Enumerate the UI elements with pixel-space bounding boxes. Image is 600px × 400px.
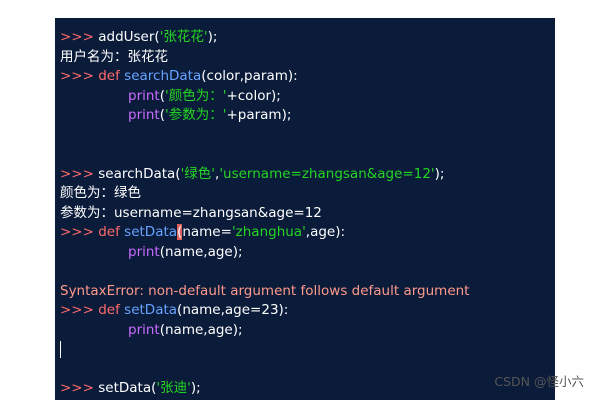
code-call: setData( xyxy=(98,380,157,396)
code-line: print('参数为：'+param); xyxy=(60,106,555,126)
code-params: (color,param): xyxy=(201,68,298,84)
code-line: >>> def searchData(color,param): xyxy=(60,67,555,87)
code-params: (name,age=23): xyxy=(177,302,289,318)
code-rest: ,age): xyxy=(305,224,346,240)
code-punct: ); xyxy=(190,380,201,396)
code-line: >>> searchData('绿色','username=zhangsan&a… xyxy=(60,165,555,185)
shell-prompt: >>> xyxy=(60,380,94,396)
function-name: setData xyxy=(124,302,178,318)
keyword-def: def xyxy=(98,302,120,318)
output-line: 参数为：username=zhangsan&age=12 xyxy=(60,204,322,221)
code-punct: ); xyxy=(207,29,218,45)
python-shell-console[interactable]: >>> addUser('张花花'); 用户名为：张花花 >>> def sea… xyxy=(55,18,555,400)
string-literal: '绿色' xyxy=(180,165,216,182)
code-line: >>> def setData(name,age=23): xyxy=(60,301,555,321)
watermark: CSDN @怪小六 xyxy=(494,374,584,389)
text-cursor xyxy=(60,340,61,358)
code-line: >>> def setData(name='zhanghua',age): xyxy=(60,223,555,243)
string-literal: '张花花' xyxy=(159,29,208,45)
builtin-print: print xyxy=(128,87,160,104)
code-param: name= xyxy=(182,224,232,240)
input-line[interactable] xyxy=(60,340,555,360)
function-name: setData xyxy=(124,224,178,240)
shell-prompt: >>> xyxy=(60,68,94,84)
code-line: >>> addUser('张花花'); xyxy=(60,28,555,48)
string-literal: 'username=zhangsan&age=12' xyxy=(219,165,435,182)
shell-prompt: >>> xyxy=(60,29,94,45)
code-rest: +color); xyxy=(226,87,281,104)
keyword-def: def xyxy=(98,68,120,84)
code-line: >>> setData('张迪'); xyxy=(60,379,555,399)
code-line: print('颜色为：'+color); xyxy=(60,87,555,107)
shell-prompt: >>> xyxy=(60,224,94,240)
code-call: searchData( xyxy=(98,165,181,182)
code-line: print(name,age); xyxy=(60,243,555,263)
builtin-print: print xyxy=(128,243,160,260)
output-line: 用户名为：张花花 xyxy=(60,48,168,65)
string-literal: '颜色为：' xyxy=(165,87,227,104)
string-literal: 'zhanghua' xyxy=(231,224,306,240)
function-name: searchData xyxy=(124,68,202,84)
code-punct: ); xyxy=(434,165,445,182)
code-line: print(name,age); xyxy=(60,321,555,341)
shell-prompt: >>> xyxy=(60,165,94,182)
code-rest: +param); xyxy=(226,107,292,123)
syntax-error-message: SyntaxError: non-default argument follow… xyxy=(60,282,470,299)
keyword-def: def xyxy=(98,224,120,240)
output-line: 颜色为：绿色 xyxy=(60,185,141,201)
code-rest: (name,age); xyxy=(159,321,243,338)
string-literal: '张迪' xyxy=(156,380,191,396)
builtin-print: print xyxy=(128,107,160,123)
string-literal: '参数为：' xyxy=(165,107,227,123)
shell-prompt: >>> xyxy=(60,302,94,318)
builtin-print: print xyxy=(128,321,160,338)
code-call: addUser( xyxy=(98,29,160,45)
code-rest: (name,age); xyxy=(159,243,243,260)
